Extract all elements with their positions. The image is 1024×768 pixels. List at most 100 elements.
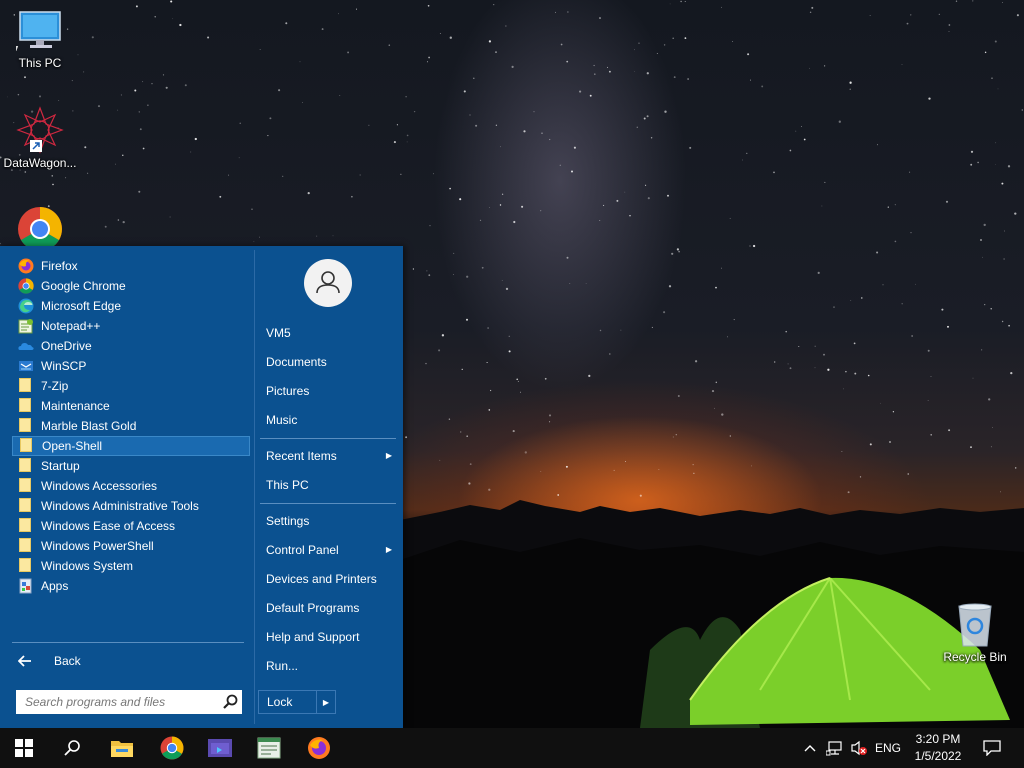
program-item-open-shell[interactable]: Open-Shell <box>12 436 250 456</box>
program-item-label: Firefox <box>41 259 78 273</box>
programs-divider <box>12 642 244 643</box>
program-item-label: Windows PowerShell <box>41 539 154 553</box>
taskbar-firefox[interactable] <box>295 728 343 768</box>
clock[interactable]: 3:20 PM 1/5/2022 <box>906 731 970 765</box>
clock-time: 3:20 PM <box>915 732 961 746</box>
program-item-windows-accessories[interactable]: Windows Accessories <box>12 476 250 496</box>
program-item-label: Notepad++ <box>41 319 101 333</box>
user-avatar[interactable] <box>304 259 352 307</box>
place-item-label: Run... <box>266 659 299 673</box>
firefox-icon <box>308 737 330 759</box>
program-item-label: Startup <box>41 459 80 473</box>
program-item-label: Google Chrome <box>41 279 126 293</box>
places-divider <box>260 503 396 504</box>
place-item-devices-and-printers[interactable]: Devices and Printers <box>258 566 398 592</box>
place-item-settings[interactable]: Settings <box>258 508 398 534</box>
program-item-winscp[interactable]: WinSCP <box>12 356 250 376</box>
program-item-google-chrome[interactable]: Google Chrome <box>12 276 250 296</box>
places-divider <box>260 438 396 439</box>
folder-icon <box>18 538 34 554</box>
network-tray-icon[interactable] <box>824 728 846 768</box>
program-item-startup[interactable]: Startup <box>12 456 250 476</box>
show-hidden-icons-button[interactable] <box>800 728 820 768</box>
lock-label: Lock <box>267 695 293 709</box>
datawagon-icon <box>16 106 64 154</box>
place-item-recent-items[interactable]: Recent Items ▶ <box>258 443 398 469</box>
search-box[interactable] <box>16 690 242 714</box>
lock-button[interactable]: Lock ▶ <box>258 690 336 714</box>
start-button[interactable] <box>0 728 48 768</box>
this-pc-label: This PC <box>18 56 62 70</box>
program-item-maintenance[interactable]: Maintenance <box>12 396 250 416</box>
place-item-label: Recent Items <box>266 449 337 463</box>
program-item-notepad[interactable]: Notepad++ <box>12 316 250 336</box>
program-item-windows-system[interactable]: Windows System <box>12 556 250 576</box>
place-item-label: Music <box>266 413 298 427</box>
taskbar-search-button[interactable] <box>48 728 96 768</box>
folder-icon <box>18 418 34 434</box>
place-item-run[interactable]: Run... <box>258 653 398 679</box>
program-item-label: Marble Blast Gold <box>41 419 137 433</box>
search-input[interactable] <box>23 694 220 710</box>
chevron-up-icon <box>804 745 816 752</box>
notepad-plus-plus-icon <box>18 318 34 334</box>
place-item-this-pc[interactable]: This PC <box>258 472 398 498</box>
program-item-label: 7-Zip <box>41 379 69 393</box>
folder-icon <box>18 518 34 534</box>
program-item-7-zip[interactable]: 7-Zip <box>12 376 250 396</box>
program-item-onedrive[interactable]: OneDrive <box>12 336 250 356</box>
file-explorer-icon <box>111 741 133 757</box>
program-item-windows-ease-of-access[interactable]: Windows Ease of Access <box>12 516 250 536</box>
notification-icon <box>983 740 1001 756</box>
back-button[interactable]: Back <box>18 651 81 671</box>
action-center-button[interactable] <box>978 728 1006 768</box>
program-item-marble-blast-gold[interactable]: Marble Blast Gold <box>12 416 250 436</box>
folder-icon <box>18 378 34 394</box>
program-item-windows-administrative-tools[interactable]: Windows Administrative Tools <box>12 496 250 516</box>
place-item-vm5[interactable]: VM5 <box>258 320 398 346</box>
chrome-icon <box>160 736 184 760</box>
place-item-music[interactable]: Music <box>258 407 398 433</box>
place-item-default-programs[interactable]: Default Programs <box>258 595 398 621</box>
language-indicator[interactable]: ENG <box>872 728 904 768</box>
place-item-label: Default Programs <box>266 601 360 615</box>
place-item-label: Pictures <box>266 384 310 398</box>
datawagon-desktop-icon[interactable]: DataWagon... <box>0 106 80 170</box>
submenu-arrow-icon: ▶ <box>385 545 392 554</box>
folder-icon <box>18 478 34 494</box>
recycle-bin-icon <box>958 603 992 647</box>
place-item-documents[interactable]: Documents <box>258 349 398 375</box>
place-item-label: Settings <box>266 514 310 528</box>
program-item-apps[interactable]: Apps <box>12 576 250 596</box>
program-item-windows-powershell[interactable]: Windows PowerShell <box>12 536 250 556</box>
lock-options-arrow[interactable]: ▶ <box>316 691 335 713</box>
folder-icon <box>19 438 35 454</box>
program-item-microsoft-edge[interactable]: Microsoft Edge <box>12 296 250 316</box>
place-item-control-panel[interactable]: Control Panel ▶ <box>258 537 398 563</box>
windows-logo-icon <box>15 739 33 757</box>
recycle-bin-desktop-icon[interactable]: Recycle Bin <box>935 602 1015 664</box>
volume-muted-icon <box>851 740 867 756</box>
place-item-label: This PC <box>266 478 309 492</box>
place-item-help-and-support[interactable]: Help and Support <box>258 624 398 650</box>
taskbar-notepad[interactable] <box>245 728 293 768</box>
taskbar-chrome[interactable] <box>148 728 196 768</box>
taskbar-app-purple[interactable] <box>196 728 244 768</box>
desktop: This PC DataWagon... Recycle Bin Firefox… <box>0 0 1024 728</box>
place-item-pictures[interactable]: Pictures <box>258 378 398 404</box>
winscp-icon <box>18 358 34 374</box>
firefox-icon <box>18 258 34 274</box>
taskbar-file-explorer[interactable] <box>98 728 146 768</box>
clock-date: 1/5/2022 <box>914 749 962 763</box>
program-item-label: Microsoft Edge <box>41 299 122 313</box>
program-item-firefox[interactable]: Firefox <box>12 256 250 276</box>
notepad-icon <box>257 737 281 759</box>
folder-icon <box>18 458 34 474</box>
onedrive-icon <box>18 338 34 354</box>
arrow-left-icon <box>18 655 31 667</box>
search-icon[interactable] <box>220 691 242 713</box>
column-separator <box>254 250 255 724</box>
program-item-label: WinSCP <box>41 359 87 373</box>
volume-tray-icon[interactable] <box>848 728 870 768</box>
this-pc-desktop-icon[interactable]: This PC <box>0 8 80 70</box>
